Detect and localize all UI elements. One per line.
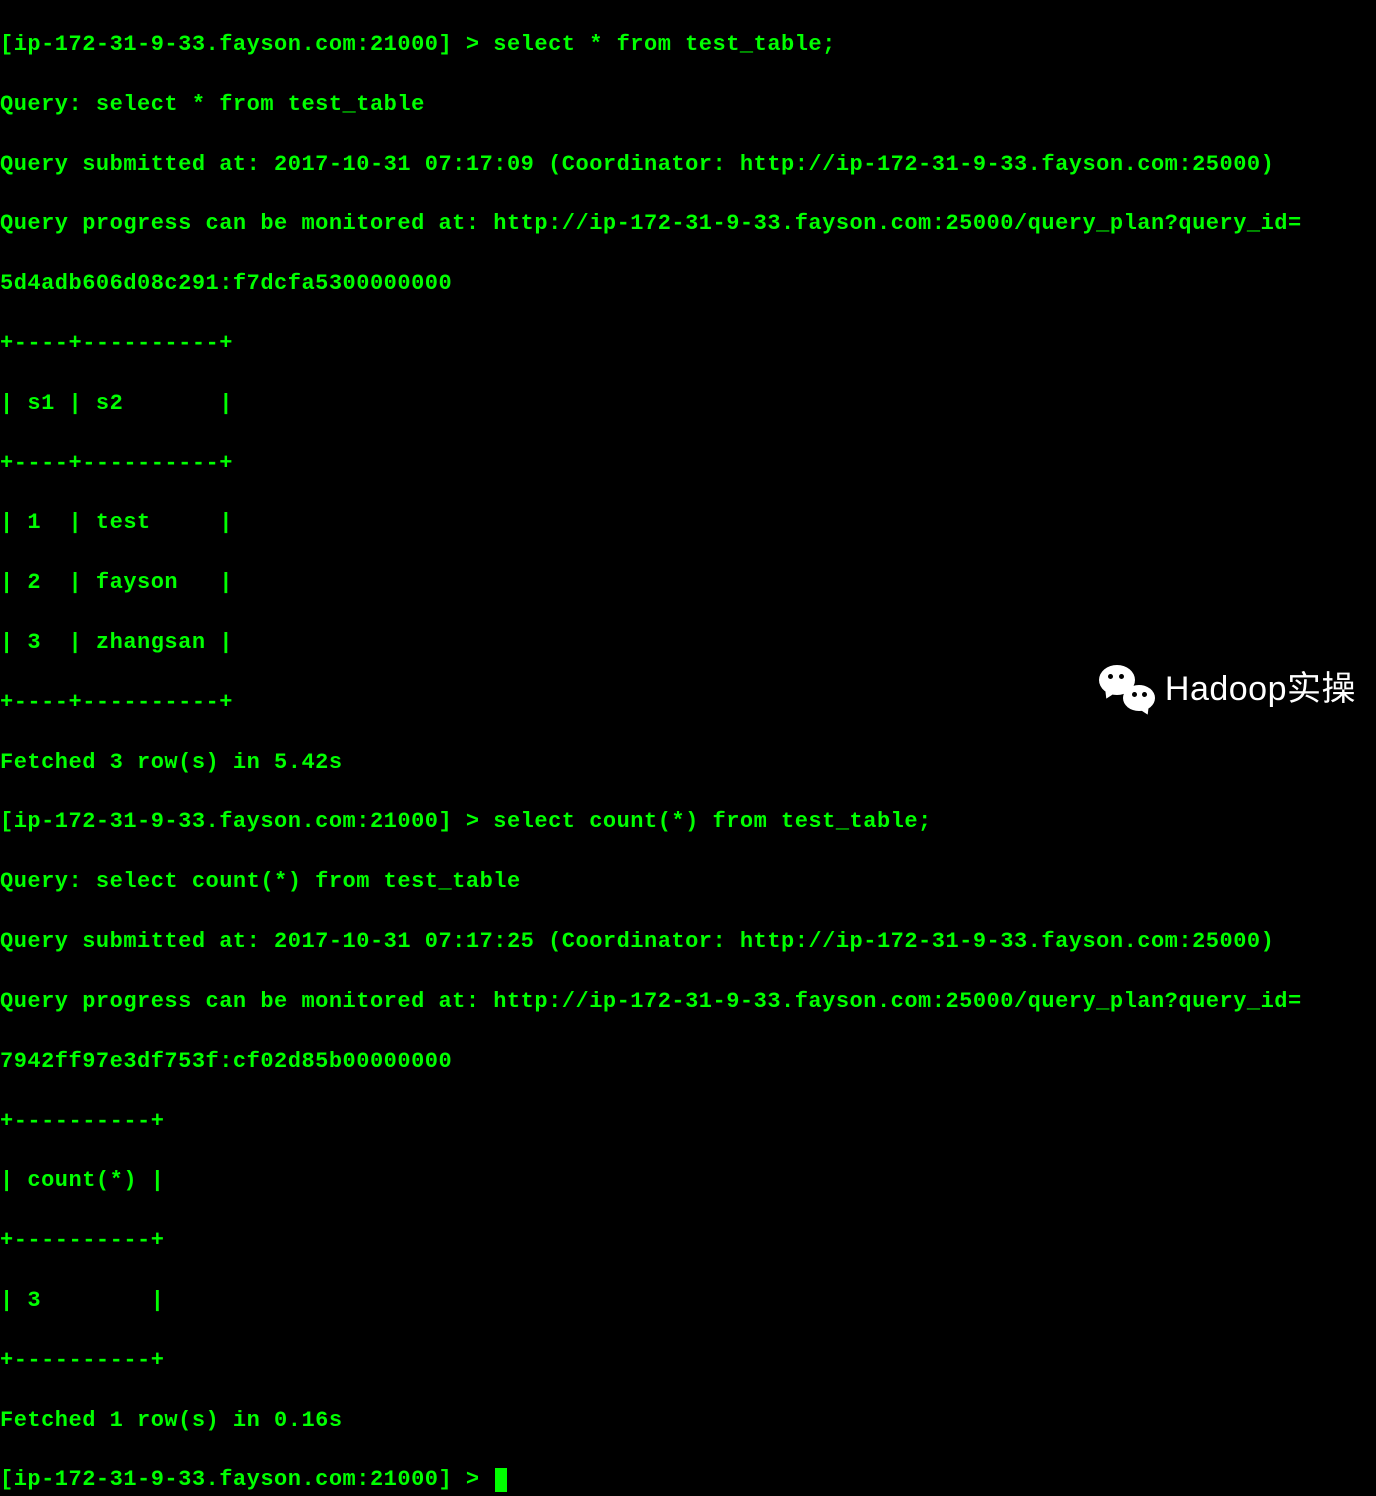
table-border-top-1: +----+----------+ [0, 329, 1376, 359]
query-id-1: 5d4adb606d08c291:f7dcfa5300000000 [0, 269, 1376, 299]
table-row-2-1: | 3 | [0, 1286, 1376, 1316]
wechat-icon [1099, 665, 1155, 713]
terminal-output[interactable]: [ip-172-31-9-33.fayson.com:21000] > sele… [0, 0, 1376, 1496]
table-header-2: | count(*) | [0, 1166, 1376, 1196]
table-border-bot-2: +----------+ [0, 1346, 1376, 1376]
query-echo-2: Query: select count(*) from test_table [0, 867, 1376, 897]
query-progress-1: Query progress can be monitored at: http… [0, 209, 1376, 239]
table-row-1-1: | 1 | test | [0, 508, 1376, 538]
final-prompt-text: [ip-172-31-9-33.fayson.com:21000] > [0, 1467, 493, 1492]
table-border-mid-2: +----------+ [0, 1226, 1376, 1256]
watermark: Hadoop实操 [1099, 665, 1356, 713]
query-id-2: 7942ff97e3df753f:cf02d85b00000000 [0, 1047, 1376, 1077]
cursor [495, 1468, 507, 1492]
watermark-text: Hadoop实操 [1165, 666, 1356, 712]
table-header-1: | s1 | s2 | [0, 389, 1376, 419]
table-row-1-3: | 3 | zhangsan | [0, 628, 1376, 658]
fetched-1: Fetched 3 row(s) in 5.42s [0, 748, 1376, 778]
final-prompt-line: [ip-172-31-9-33.fayson.com:21000] > [0, 1465, 1376, 1495]
table-border-mid-1: +----+----------+ [0, 449, 1376, 479]
query-progress-2: Query progress can be monitored at: http… [0, 987, 1376, 1017]
query-submitted-1: Query submitted at: 2017-10-31 07:17:09 … [0, 150, 1376, 180]
query-submitted-2: Query submitted at: 2017-10-31 07:17:25 … [0, 927, 1376, 957]
table-border-top-2: +----------+ [0, 1107, 1376, 1137]
table-row-1-2: | 2 | fayson | [0, 568, 1376, 598]
query-echo-1: Query: select * from test_table [0, 90, 1376, 120]
fetched-2: Fetched 1 row(s) in 0.16s [0, 1406, 1376, 1436]
query-prompt-1: [ip-172-31-9-33.fayson.com:21000] > sele… [0, 30, 1376, 60]
query-prompt-2: [ip-172-31-9-33.fayson.com:21000] > sele… [0, 807, 1376, 837]
